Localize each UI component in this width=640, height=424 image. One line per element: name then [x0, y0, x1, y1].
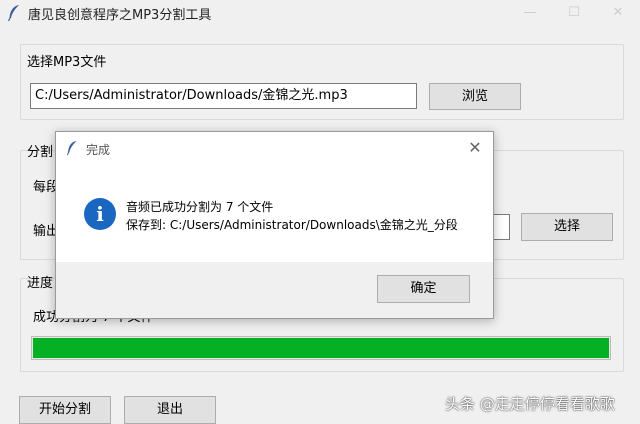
dialog-message-line2: 保存到: C:/Users/Administrator/Downloads\金锦… — [126, 218, 458, 232]
completion-dialog: 完成 ✕ i 音频已成功分割为 7 个文件 保存到: C:/Users/Admi… — [55, 131, 494, 319]
dialog-close-icon[interactable]: ✕ — [464, 138, 486, 158]
close-icon[interactable]: ✕ — [596, 0, 640, 26]
exit-button[interactable]: 退出 — [124, 396, 216, 424]
ok-button[interactable]: 确定 — [377, 275, 470, 303]
watermark: 头条 @走走停停看看歌歌 — [445, 395, 615, 413]
feather-app-icon — [7, 5, 19, 22]
browse-button[interactable]: 浏览 — [429, 83, 521, 110]
select-file-label: 选择MP3文件 — [27, 55, 107, 70]
info-icon: i — [84, 198, 116, 230]
minimize-icon[interactable]: — — [508, 0, 552, 26]
maximize-icon[interactable]: ☐ — [552, 0, 596, 26]
progress-label: 进度 — [27, 276, 54, 291]
progress-bar-fill — [33, 338, 609, 358]
dialog-titlebar — [56, 132, 493, 164]
start-split-button[interactable]: 开始分割 — [19, 396, 111, 424]
choose-button[interactable]: 选择 — [521, 213, 613, 241]
feather-dialog-icon — [66, 141, 77, 156]
progress-bar — [31, 336, 611, 360]
file-path-input[interactable]: C:/Users/Administrator/Downloads/金锦之光.mp… — [30, 83, 417, 109]
window-title: 唐见良创意程序之MP3分割工具 — [28, 8, 212, 23]
dialog-message-line1: 音频已成功分割为 7 个文件 — [126, 200, 274, 214]
dialog-body — [56, 164, 493, 262]
dialog-title: 完成 — [86, 143, 111, 157]
split-settings-label: 分割 — [27, 145, 54, 160]
